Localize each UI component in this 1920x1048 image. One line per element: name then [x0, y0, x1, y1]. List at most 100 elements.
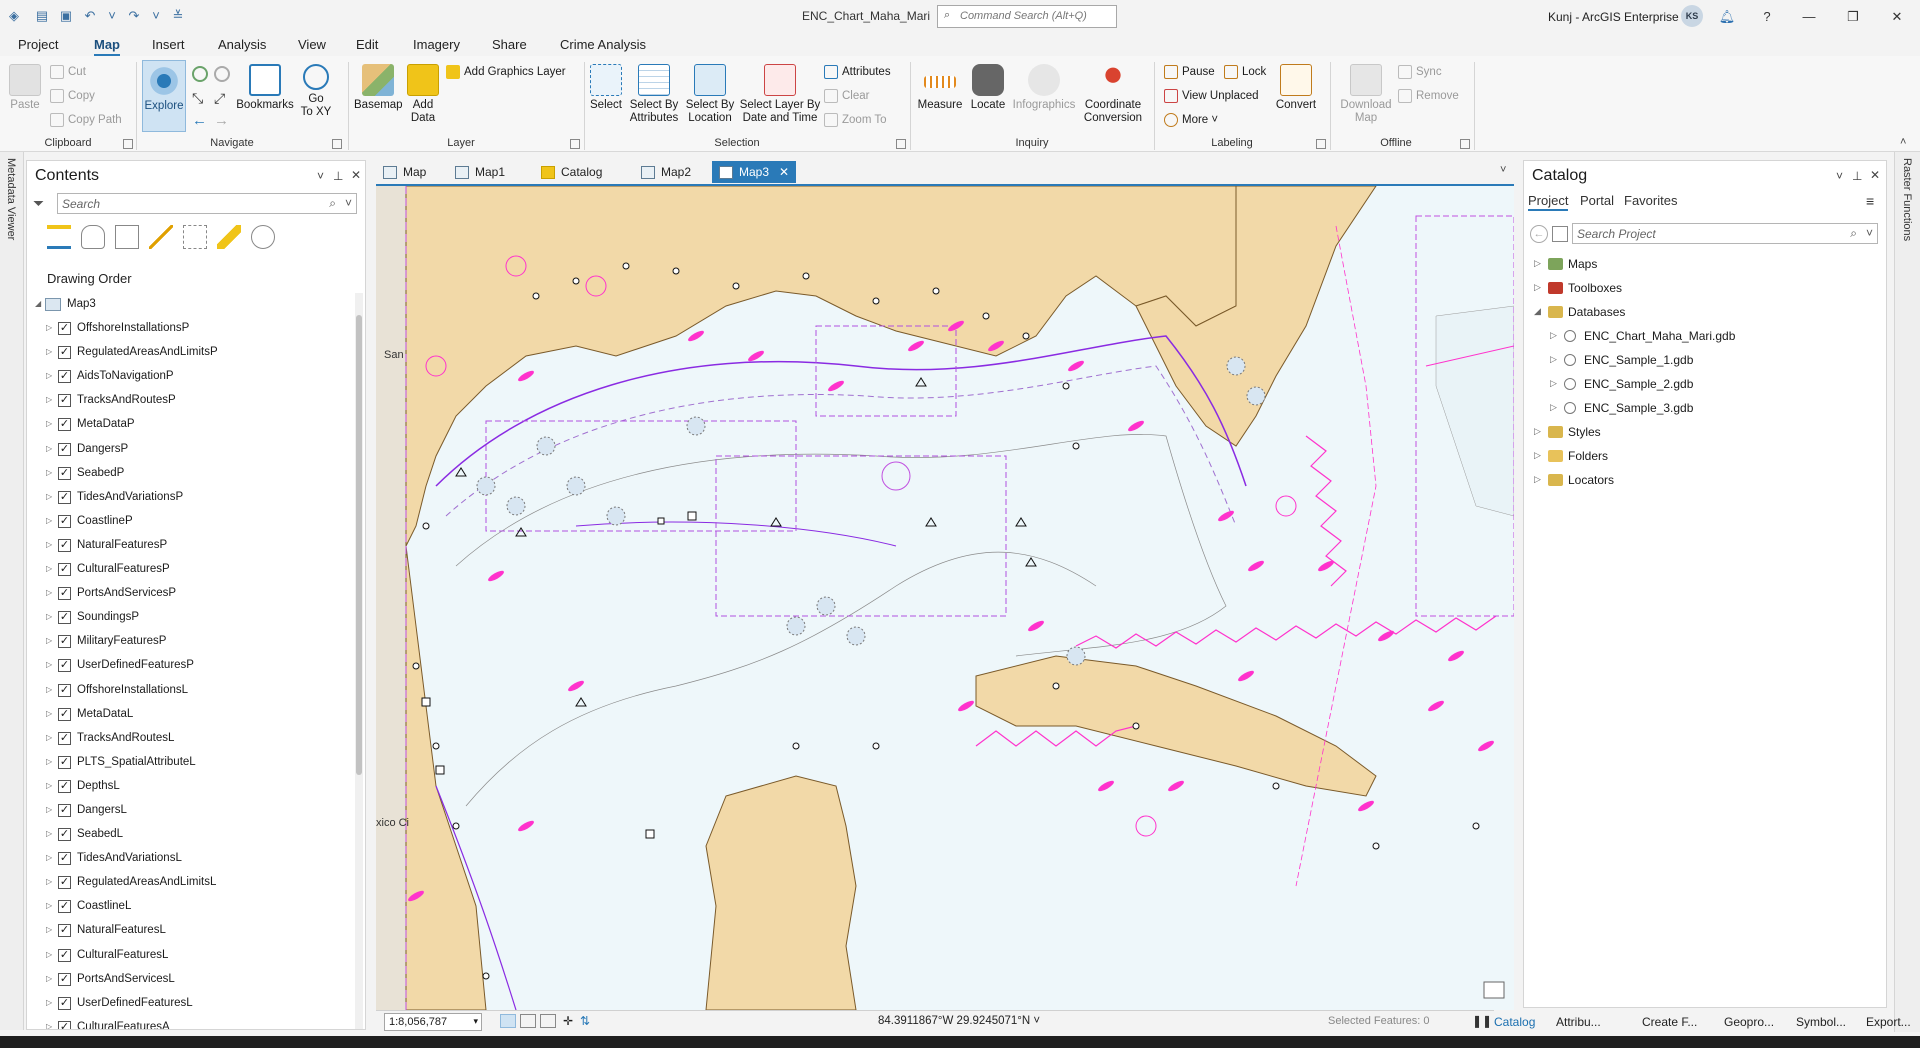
list-by-snapping-icon[interactable]: [183, 225, 207, 249]
layer-visibility-checkbox[interactable]: ✓: [58, 563, 71, 577]
layer-row[interactable]: ▷ ✓ MilitaryFeaturesP: [27, 630, 353, 654]
layer-visibility-checkbox[interactable]: ✓: [58, 683, 71, 697]
layer-visibility-checkbox[interactable]: ✓: [58, 370, 71, 384]
layer-row[interactable]: ▷ ✓ OffshoreInstallationsL: [27, 679, 353, 703]
close-pane-icon[interactable]: ✕: [351, 168, 361, 182]
full-extent-icon[interactable]: [192, 66, 208, 82]
dock-tab-create-features[interactable]: Create F...: [1642, 1015, 1697, 1029]
select-by-location-button[interactable]: Select By Location: [684, 64, 736, 125]
copy-button[interactable]: Copy: [50, 87, 95, 105]
project-home-icon[interactable]: [1552, 226, 1568, 242]
undo-dropdown-icon[interactable]: ˅: [104, 8, 120, 24]
list-by-selection-icon[interactable]: [115, 225, 139, 249]
expand-icon[interactable]: ▷: [46, 492, 52, 501]
expand-icon[interactable]: ▷: [46, 998, 52, 1007]
list-by-drawing-order-icon[interactable]: [47, 225, 71, 249]
expand-icon[interactable]: ▷: [46, 829, 52, 838]
layer-row[interactable]: ▷ ✓ CulturalFeaturesL: [27, 944, 353, 968]
layer-visibility-checkbox[interactable]: ✓: [58, 972, 71, 986]
map-node[interactable]: ◢ Map3: [27, 293, 353, 317]
fixed-zoom-icon[interactable]: [214, 66, 230, 82]
redo-icon[interactable]: ↷: [126, 8, 142, 24]
layer-visibility-checkbox[interactable]: ✓: [58, 587, 71, 601]
tab-insert[interactable]: Insert: [152, 37, 185, 52]
select-by-attributes-button[interactable]: Select By Attributes: [626, 64, 682, 125]
dock-tab-catalog[interactable]: Catalog: [1494, 1015, 1535, 1029]
layer-row[interactable]: ▷ ✓ MetaDataP: [27, 413, 353, 437]
lock-labels-button[interactable]: Lock: [1224, 63, 1266, 81]
expand-icon[interactable]: ▷: [46, 805, 52, 814]
metadata-viewer-tab[interactable]: Metadata Viewer: [5, 158, 17, 240]
layer-visibility-checkbox[interactable]: ✓: [58, 514, 71, 528]
expand-icon[interactable]: ▷: [46, 636, 52, 645]
layer-row[interactable]: ▷ ✓ PortsAndServicesL: [27, 968, 353, 992]
raster-functions-tab[interactable]: Raster Functions: [1901, 158, 1913, 241]
open-folder-icon[interactable]: ▤: [34, 8, 50, 24]
layer-row[interactable]: ▷ ✓ CoastlineP: [27, 510, 353, 534]
layer-row[interactable]: ▷ ✓ CulturalFeaturesA: [27, 1016, 353, 1029]
zoom-to-selection-button[interactable]: Zoom To: [824, 111, 887, 129]
expand-icon[interactable]: ▷: [46, 925, 52, 934]
tab-map3[interactable]: Map3 ✕: [712, 161, 797, 183]
layer-visibility-checkbox[interactable]: ✓: [58, 707, 71, 721]
select-button[interactable]: Select: [588, 64, 624, 112]
convert-button[interactable]: Convert: [1272, 64, 1320, 112]
collapse-icon[interactable]: ◢: [1534, 306, 1541, 317]
remove-button[interactable]: Remove: [1398, 87, 1459, 105]
layer-visibility-checkbox[interactable]: ✓: [58, 418, 71, 432]
layer-row[interactable]: ▷ ✓ AidsToNavigationP: [27, 365, 353, 389]
expand-icon[interactable]: ▷: [1550, 378, 1557, 389]
pane-options-icon[interactable]: ˅: [317, 169, 324, 183]
list-by-data-source-icon[interactable]: [81, 225, 105, 249]
expand-icon[interactable]: ▷: [46, 853, 52, 862]
search-options-icon[interactable]: ˅: [1866, 226, 1873, 240]
expand-icon[interactable]: ▷: [1550, 402, 1557, 413]
dock-tab-geoprocessing[interactable]: Geopro...: [1724, 1015, 1774, 1029]
expand-icon[interactable]: ▷: [46, 347, 52, 356]
expand-icon[interactable]: ▷: [1534, 450, 1541, 461]
tab-map2[interactable]: Map2: [634, 161, 698, 183]
back-icon[interactable]: ←: [1530, 225, 1548, 243]
contents-scrollbar[interactable]: [355, 293, 363, 1029]
layer-visibility-checkbox[interactable]: ✓: [58, 394, 71, 408]
catalog-search-input[interactable]: Search Project ⌕ ˅: [1572, 223, 1878, 244]
layer-row[interactable]: ▷ ✓ DepthsL: [27, 775, 353, 799]
notifications-icon[interactable]: 🔔︎: [1712, 5, 1742, 29]
navigate-launcher-icon[interactable]: [332, 139, 342, 149]
layer-row[interactable]: ▷ ✓ RegulatedAreasAndLimitsL: [27, 871, 353, 895]
expand-icon[interactable]: ▷: [46, 564, 52, 573]
collapse-ribbon-icon[interactable]: ˄: [1900, 136, 1906, 148]
infographics-button[interactable]: Infographics: [1010, 64, 1078, 112]
contents-search-input[interactable]: Search ⌕ ˅: [57, 193, 357, 214]
go-to-xy-button[interactable]: Go To XY: [298, 64, 334, 119]
expand-icon[interactable]: ▷: [46, 901, 52, 910]
list-by-editing-icon[interactable]: [149, 225, 173, 249]
signed-in-user[interactable]: Kunj - ArcGIS Enterprise: [1548, 10, 1679, 24]
fixed-zoom-in-icon[interactable]: ⤡: [192, 90, 203, 107]
layer-row[interactable]: ▷ ✓ MetaDataL: [27, 703, 353, 727]
menu-icon[interactable]: ≡: [1866, 193, 1874, 209]
paste-button[interactable]: Paste: [8, 64, 42, 112]
search-options-icon[interactable]: ˅: [345, 196, 352, 210]
coordinates-dropdown-icon[interactable]: ˅: [1033, 1015, 1040, 1027]
locate-button[interactable]: Locate: [966, 64, 1010, 112]
tabs-overflow-icon[interactable]: ˅: [1500, 164, 1506, 176]
tab-project[interactable]: Project: [18, 37, 58, 52]
tab-analysis[interactable]: Analysis: [218, 37, 266, 52]
tab-crime-analysis[interactable]: Crime Analysis: [560, 37, 646, 52]
previous-extent-icon[interactable]: ←: [192, 112, 207, 129]
layer-launcher-icon[interactable]: [570, 139, 580, 149]
layer-visibility-checkbox[interactable]: ✓: [58, 466, 71, 480]
tab-map[interactable]: Map: [376, 161, 433, 183]
grid-icon[interactable]: [520, 1014, 536, 1028]
tab-view[interactable]: View: [298, 37, 326, 52]
layer-row[interactable]: ▷ ✓ TracksAndRoutesL: [27, 727, 353, 751]
expand-icon[interactable]: ▷: [46, 612, 52, 621]
layer-visibility-checkbox[interactable]: ✓: [58, 322, 71, 336]
expand-icon[interactable]: ▷: [1534, 282, 1541, 293]
undo-icon[interactable]: ↶: [82, 8, 98, 24]
expand-icon[interactable]: ▷: [46, 660, 52, 669]
add-graphics-layer-button[interactable]: Add Graphics Layer: [446, 63, 566, 81]
dock-tab-symbology[interactable]: Symbol...: [1796, 1015, 1846, 1029]
expand-icon[interactable]: ▷: [1534, 474, 1541, 485]
